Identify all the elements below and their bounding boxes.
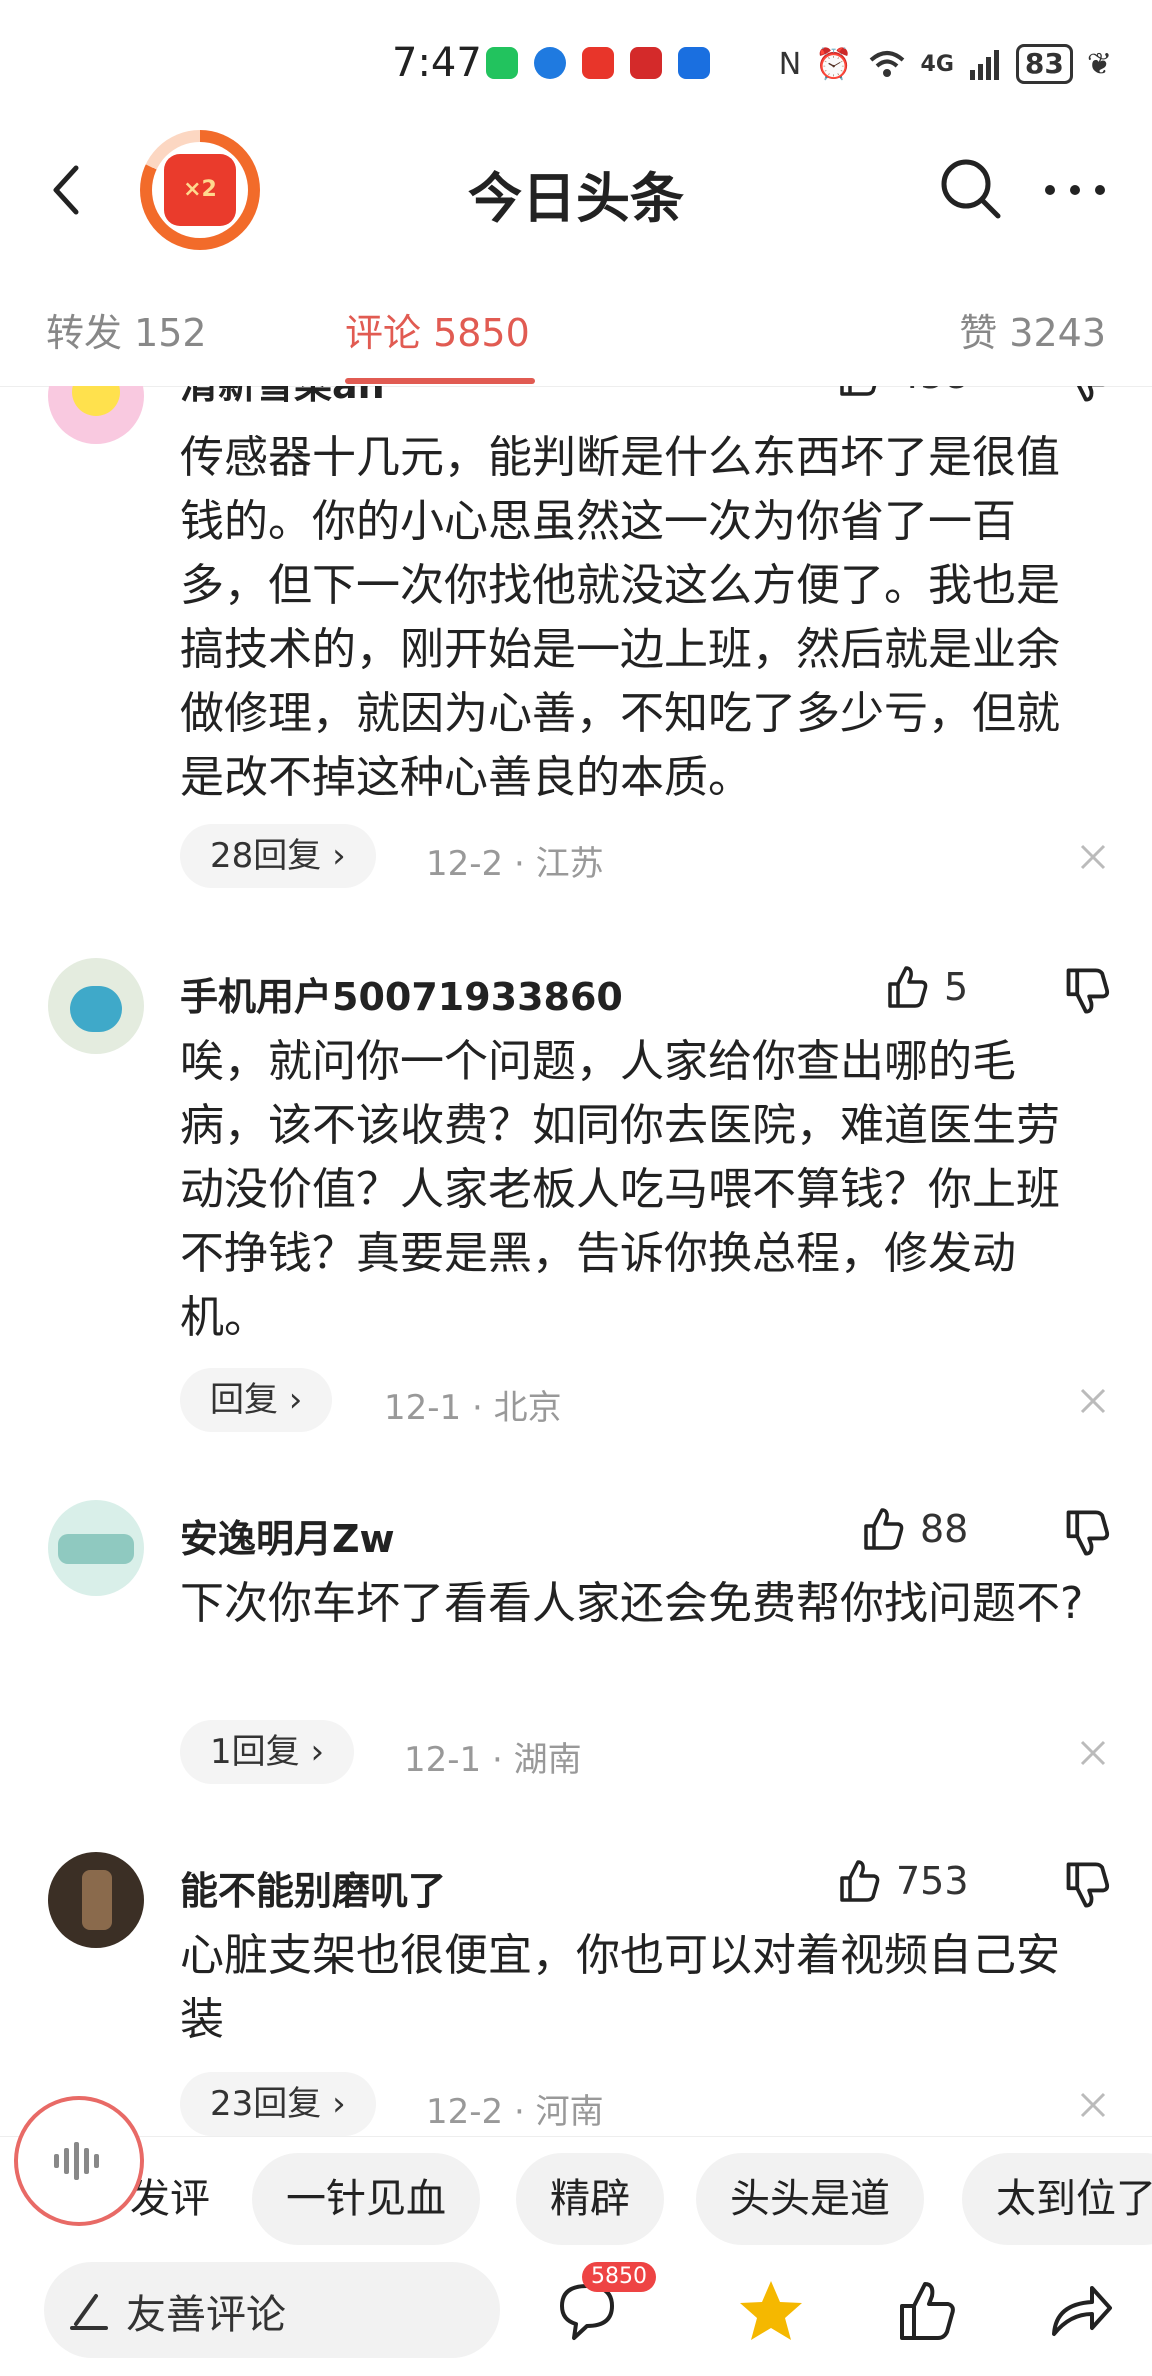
comment-username[interactable]: 安逸明月Zw [180, 1508, 395, 1563]
thumbs-up-icon[interactable] [892, 2276, 962, 2346]
like-count: 753 [896, 1859, 969, 1903]
comment-text: 传感器十几元，能判断是什么东西坏了是很值钱的。你的小心思虽然这一次为你省了一百多… [180, 432, 1060, 803]
signal-icon [969, 50, 999, 80]
network-label: 4G [920, 51, 954, 77]
reply-button[interactable]: 1回复 › [180, 1720, 355, 1784]
voice-input-button[interactable] [14, 2096, 144, 2226]
thumbs-up-icon [840, 1860, 880, 1902]
quick-reply-bar: 发评 一针见血 精辟 头头是道 太到位了 [0, 2136, 1152, 2257]
active-tab-indicator [345, 378, 535, 384]
share-arrow-icon[interactable] [1046, 2276, 1116, 2346]
search-icon[interactable] [936, 154, 1006, 224]
comment-username[interactable]: 清新雪菜an [180, 386, 385, 409]
like-count: 5 [944, 965, 969, 1009]
reply-button[interactable]: 28回复 › [180, 824, 376, 888]
star-favorite-icon[interactable] [736, 2276, 806, 2346]
battery-level: 83 [1015, 44, 1073, 84]
more-options-icon[interactable] [1040, 170, 1110, 210]
taobao-icon [582, 47, 614, 79]
wechat-icon [486, 47, 518, 79]
comment-username[interactable]: 能不能别磨叽了 [180, 1860, 446, 1915]
app-icon [630, 47, 662, 79]
comment-text: 心脏支架也很便宜，你也可以对着视频自己安装 [180, 1930, 1060, 2045]
comment-meta: 12-2 · 江苏 [426, 844, 604, 884]
status-bar: 7:47 N ⏰ 4G 83 ❦ [0, 0, 1152, 130]
quick-reply-chip[interactable]: 精辟 [516, 2153, 664, 2245]
comment-username[interactable]: 手机用户50071933860 [180, 966, 623, 1021]
quick-reply-chip[interactable]: 一针见血 [252, 2153, 480, 2245]
tab-likes[interactable]: 赞 3243 [959, 302, 1106, 357]
like-button[interactable]: 88 [860, 1506, 968, 1552]
thumbs-down-icon[interactable] [1062, 1860, 1112, 1910]
reply-button[interactable]: 23回复 › [180, 2072, 376, 2136]
bottom-action-bar: 友善评论 [0, 2256, 1152, 2376]
thumbs-up-icon [840, 386, 877, 396]
leaf-icon: ❦ [1086, 46, 1112, 82]
thumbs-up-icon [888, 966, 928, 1008]
comment-meta: 12-1 · 湖南 [404, 1740, 582, 1780]
close-icon[interactable] [1078, 1386, 1108, 1416]
thumbs-down-icon[interactable] [1062, 966, 1112, 1016]
quick-reply-chip[interactable]: 太到位了 [962, 2153, 1152, 2245]
interaction-tabs: 转发 152 评论 5850 赞 3243 [0, 290, 1152, 387]
close-icon[interactable] [1078, 2090, 1108, 2120]
comment-list: 清新雪菜an 458 传感器十几元，能判断是什么东西坏了是很值钱的。你的小心思虽… [0, 386, 1152, 2136]
wifi-icon [869, 51, 904, 77]
nfc-icon: N [778, 46, 802, 82]
like-button[interactable]: 753 [836, 1858, 969, 1904]
tab-comments[interactable]: 评论 5850 [345, 302, 530, 357]
like-button[interactable]: 5 [884, 964, 968, 1010]
avatar[interactable] [48, 1500, 144, 1596]
pen-icon [70, 2294, 108, 2330]
status-icons: N ⏰ 4G 83 ❦ [779, 44, 1112, 84]
tab-repost[interactable]: 转发 152 [46, 302, 207, 357]
thumbs-up-icon [864, 1508, 904, 1550]
comment-text: 下次你车坏了看看人家还会免费帮你找问题不? [180, 1578, 1084, 1629]
thumbs-down-icon[interactable] [1062, 1508, 1112, 1558]
alarm-icon: ⏰ [815, 46, 853, 82]
browser-icon [534, 47, 566, 79]
alipay-icon [678, 47, 710, 79]
comment-text: 唉，就问你一个问题，人家给你查出哪的毛病，该不该收费？如同你去医院，难道医生劳动… [180, 1036, 1060, 1343]
avatar[interactable] [48, 958, 144, 1054]
like-count: 88 [920, 1507, 969, 1551]
avatar[interactable] [48, 386, 144, 444]
quick-reply-chip[interactable]: 头头是道 [696, 2153, 924, 2245]
close-icon[interactable] [1078, 1738, 1108, 1768]
comment-meta: 12-1 · 北京 [384, 1388, 562, 1428]
like-button[interactable]: 458 [836, 386, 969, 398]
comment-count-badge: 5850 [582, 2262, 656, 2292]
app-header: ×2 今日头条 [0, 130, 1152, 250]
like-count: 458 [896, 386, 969, 397]
comment-input[interactable]: 友善评论 [44, 2262, 500, 2358]
status-time: 7:47 [392, 40, 482, 86]
thumbs-down-icon[interactable] [1062, 386, 1112, 404]
close-icon[interactable] [1078, 842, 1108, 872]
avatar[interactable] [48, 1852, 144, 1948]
comment-meta: 12-2 · 河南 [426, 2092, 604, 2132]
reply-button[interactable]: 回复 › [180, 1368, 333, 1432]
voice-wave-icon [54, 2142, 99, 2180]
comment-input-placeholder: 友善评论 [126, 2292, 286, 2338]
